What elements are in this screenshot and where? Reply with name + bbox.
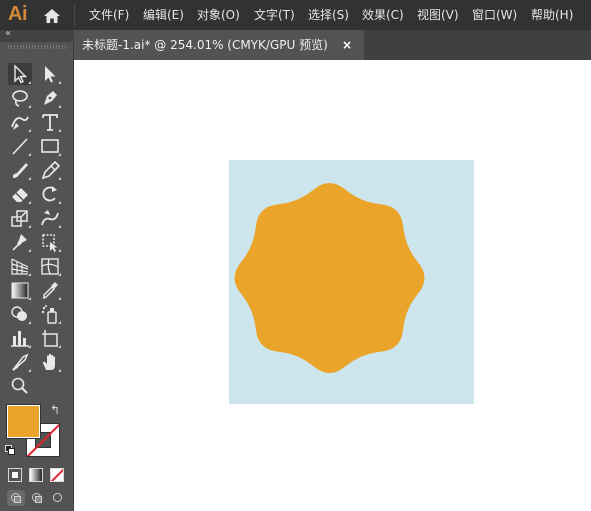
- color-mode-button[interactable]: [8, 468, 22, 482]
- direct-selection-tool[interactable]: [38, 63, 62, 85]
- menu-view[interactable]: 视图(V): [417, 0, 459, 30]
- pencil-tool[interactable]: [38, 159, 62, 181]
- artboard[interactable]: [229, 160, 474, 404]
- eraser-tool[interactable]: [8, 183, 32, 205]
- panel-grip[interactable]: [8, 45, 66, 49]
- curvature-tool[interactable]: [8, 111, 32, 133]
- draw-behind-button[interactable]: [28, 490, 46, 506]
- swap-colors-icon[interactable]: ↰: [50, 403, 60, 417]
- eight-point-star[interactable]: [234, 183, 425, 373]
- artboard-tool[interactable]: [38, 327, 62, 349]
- rectangle-tool[interactable]: [38, 135, 62, 157]
- document-tab-bar: 未标题-1.ai* @ 254.01% (CMYK/GPU 预览) ×: [74, 30, 591, 60]
- tools-panel-header: «: [0, 28, 74, 42]
- close-icon[interactable]: ×: [342, 30, 352, 60]
- document-tab[interactable]: 未标题-1.ai* @ 254.01% (CMYK/GPU 预览) ×: [74, 30, 364, 60]
- menu-bar: Ai 文件(F) 编辑(E) 对象(O) 文字(T) 选择(S) 效果(C) 视…: [0, 0, 591, 30]
- rotate-tool[interactable]: [38, 183, 62, 205]
- symbol-sprayer-tool[interactable]: [38, 303, 62, 325]
- document-tab-title: 未标题-1.ai* @ 254.01% (CMYK/GPU 预览): [82, 38, 328, 52]
- type-tool[interactable]: [38, 111, 62, 133]
- zoom-tool[interactable]: [8, 375, 32, 397]
- paintbrush-tool[interactable]: [8, 159, 32, 181]
- shape-builder-tool[interactable]: [8, 303, 32, 325]
- none-mode-button[interactable]: [50, 468, 64, 482]
- slice-tool[interactable]: [8, 351, 32, 373]
- menu-object[interactable]: 对象(O): [197, 0, 240, 30]
- fill-swatch[interactable]: [6, 404, 41, 439]
- scale-tool[interactable]: [8, 207, 32, 229]
- pen-tool[interactable]: [38, 87, 62, 109]
- gradient-tool[interactable]: [8, 279, 32, 301]
- selection-tool[interactable]: [8, 63, 32, 85]
- perspective-grid-tool[interactable]: [8, 255, 32, 277]
- menu-edit[interactable]: 编辑(E): [143, 0, 184, 30]
- draw-normal-button[interactable]: [7, 490, 25, 506]
- menu-separator: [74, 4, 75, 26]
- gradient-mode-button[interactable]: [29, 468, 43, 482]
- canvas[interactable]: [74, 60, 591, 511]
- menu-window[interactable]: 窗口(W): [472, 0, 517, 30]
- home-icon[interactable]: [44, 8, 60, 23]
- column-graph-tool[interactable]: [8, 327, 32, 349]
- puppet-warp-tool[interactable]: [8, 231, 32, 253]
- menu-help[interactable]: 帮助(H): [531, 0, 573, 30]
- menu-type[interactable]: 文字(T): [254, 0, 295, 30]
- draw-inside-button[interactable]: [49, 490, 67, 506]
- default-colors-icon[interactable]: [5, 445, 16, 456]
- tools-panel: « ↰: [0, 28, 74, 511]
- line-tool[interactable]: [8, 135, 32, 157]
- zoom-icon: [11, 377, 28, 394]
- lasso-tool[interactable]: [8, 87, 32, 109]
- menu-select[interactable]: 选择(S): [308, 0, 349, 30]
- hand-tool[interactable]: [38, 351, 62, 373]
- menu-effect[interactable]: 效果(C): [362, 0, 404, 30]
- collapse-icon[interactable]: «: [5, 28, 11, 39]
- warp-tool[interactable]: [38, 207, 62, 229]
- mesh-tool[interactable]: [38, 255, 62, 277]
- menu-file[interactable]: 文件(F): [89, 0, 129, 30]
- free-transform-tool[interactable]: [38, 231, 62, 253]
- app-logo: Ai: [8, 3, 28, 25]
- artboard-svg: [229, 160, 474, 404]
- eyedropper-tool[interactable]: [38, 279, 62, 301]
